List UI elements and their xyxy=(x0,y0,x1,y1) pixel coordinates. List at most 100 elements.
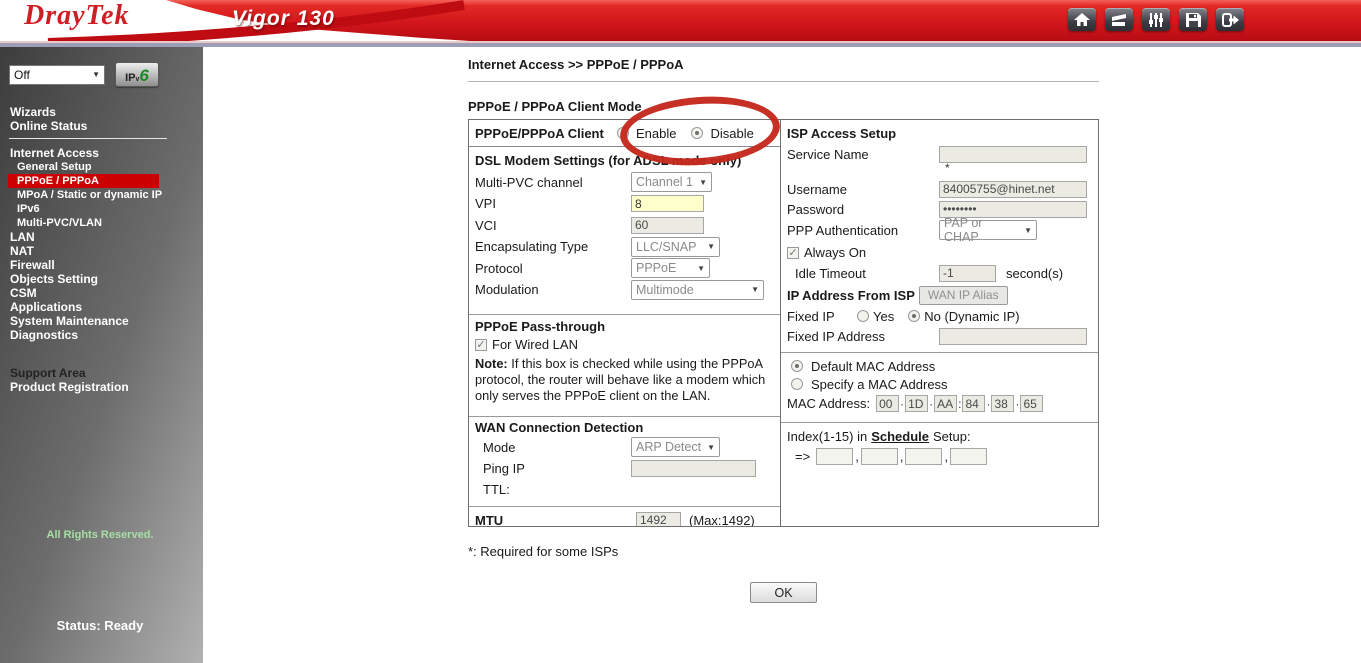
multi-pvc-select[interactable]: Channel 1▼ xyxy=(631,172,712,192)
sidebar-item-support-area[interactable]: Support Area xyxy=(0,366,203,380)
enable-radio-label: Enable xyxy=(636,126,676,141)
sidebar-item-lan[interactable]: LAN xyxy=(0,230,203,244)
mac-separator: : xyxy=(958,397,961,411)
vci-label: VCI xyxy=(475,218,631,233)
service-name-label: Service Name xyxy=(787,147,939,162)
ipv6-mode-select[interactable]: Off ▼ xyxy=(9,65,105,85)
dsl-settings-panel: PPPoE/PPPoA Client Enable Disable DSL Mo… xyxy=(468,119,781,527)
fixed-ip-yes-radio[interactable] xyxy=(857,310,869,322)
sidebar-item-diagnostics[interactable]: Diagnostics xyxy=(0,328,203,342)
default-mac-radio[interactable] xyxy=(791,360,803,372)
ipv6-button[interactable]: IP v 6 xyxy=(115,62,159,87)
ppp-auth-value: PAP or CHAP xyxy=(944,216,1018,244)
ipv6-button-ip: IP xyxy=(125,73,135,83)
top-banner: DrayTek Vigor 130 xyxy=(0,0,1361,41)
fixed-ip-yes-label: Yes xyxy=(873,309,894,324)
mac-octet-2-input[interactable] xyxy=(905,395,928,412)
sidebar-item-wizards[interactable]: Wizards xyxy=(0,105,203,119)
schedule-index-3-input[interactable] xyxy=(905,448,942,465)
disable-radio[interactable] xyxy=(691,127,703,139)
protocol-label: Protocol xyxy=(475,261,631,276)
sidebar-item-general-setup[interactable]: General Setup xyxy=(0,160,203,174)
schedule-index-2-input[interactable] xyxy=(861,448,898,465)
note-text: If this box is checked while using the P… xyxy=(475,356,765,403)
enable-radio[interactable] xyxy=(617,127,629,139)
mac-octet-6-input[interactable] xyxy=(1020,395,1043,412)
sidebar-item-online-status[interactable]: Online Status xyxy=(0,119,203,133)
encapsulating-type-select[interactable]: LLC/SNAP▼ xyxy=(631,237,720,257)
idle-timeout-label: Idle Timeout xyxy=(787,266,939,281)
fixed-ip-address-label: Fixed IP Address xyxy=(787,329,939,344)
service-name-input[interactable] xyxy=(939,146,1087,163)
protocol-select[interactable]: PPPoE▼ xyxy=(631,258,710,278)
sidebar-item-nat[interactable]: NAT xyxy=(0,244,203,258)
wired-lan-checkbox[interactable]: ✓ xyxy=(475,339,487,351)
status-icon[interactable] xyxy=(1105,8,1133,31)
password-input[interactable] xyxy=(939,201,1087,218)
sidebar-item-mpoa[interactable]: MPoA / Static or dynamic IP xyxy=(0,188,203,202)
wan-detect-mode-select[interactable]: ARP Detect▼ xyxy=(631,437,720,457)
mac-octet-4-input[interactable] xyxy=(962,395,985,412)
idle-timeout-input[interactable] xyxy=(939,265,996,282)
specify-mac-radio[interactable] xyxy=(791,378,803,390)
fixed-ip-no-label: No (Dynamic IP) xyxy=(924,309,1019,324)
sidebar-item-csm[interactable]: CSM xyxy=(0,286,203,300)
ppp-auth-select[interactable]: PAP or CHAP▼ xyxy=(939,220,1037,240)
sidebar-item-firewall[interactable]: Firewall xyxy=(0,258,203,272)
vci-input[interactable] xyxy=(631,217,704,234)
encapsulating-type-label: Encapsulating Type xyxy=(475,239,631,254)
main-content: Internet Access >> PPPoE / PPPoA PPPoE /… xyxy=(468,47,1099,603)
mac-octet-3-input[interactable] xyxy=(934,395,957,412)
sidebar-item-applications[interactable]: Applications xyxy=(0,300,203,314)
username-input[interactable] xyxy=(939,181,1087,198)
ping-ip-label: Ping IP xyxy=(475,461,631,476)
chevron-down-icon: ▼ xyxy=(751,285,759,294)
vpi-input[interactable] xyxy=(631,195,704,212)
mac-octet-1-input[interactable] xyxy=(876,395,899,412)
sidebar-item-multi-pvc-vlan[interactable]: Multi-PVC/VLAN xyxy=(0,216,203,230)
sidebar-item-pppoe-pppoa[interactable]: PPPoE / PPPoA xyxy=(8,174,159,188)
sidebar: Off ▼ IP v 6 Wizards Online Status Inter… xyxy=(0,47,203,663)
sidebar-item-product-registration[interactable]: Product Registration xyxy=(0,380,203,394)
sidebar-item-system-maintenance[interactable]: System Maintenance xyxy=(0,314,203,328)
sidebar-item-objects-setting[interactable]: Objects Setting xyxy=(0,272,203,286)
required-for-isps-note: *: Required for some ISPs xyxy=(468,544,1099,559)
wan-ip-alias-button[interactable]: WAN IP Alias xyxy=(919,286,1008,305)
comma: , xyxy=(900,449,904,464)
chevron-down-icon: ▼ xyxy=(699,178,707,187)
fixed-ip-no-radio[interactable] xyxy=(908,310,920,322)
password-label: Password xyxy=(787,202,939,217)
schedule-index-1-input[interactable] xyxy=(816,448,853,465)
logout-icon[interactable] xyxy=(1216,8,1244,31)
comma: , xyxy=(944,449,948,464)
chevron-down-icon: ▼ xyxy=(697,264,705,273)
section-divider xyxy=(469,314,780,315)
schedule-link[interactable]: Schedule xyxy=(871,429,929,444)
mtu-max-hint: (Max:1492) xyxy=(689,513,755,527)
sidebar-item-internet-access[interactable]: Internet Access xyxy=(0,146,203,160)
pppoe-passthrough-header: PPPoE Pass-through xyxy=(469,317,780,336)
client-label: PPPoE/PPPoA Client xyxy=(475,126,631,141)
fixed-ip-address-input[interactable] xyxy=(939,328,1087,345)
sidebar-item-ipv6[interactable]: IPv6 xyxy=(0,202,203,216)
section-divider xyxy=(781,352,1098,353)
save-icon[interactable] xyxy=(1179,8,1207,31)
mac-octet-5-input[interactable] xyxy=(991,395,1014,412)
home-icon[interactable] xyxy=(1068,8,1096,31)
idle-timeout-unit: second(s) xyxy=(1006,266,1063,281)
always-on-label: Always On xyxy=(804,245,866,260)
page-title: PPPoE / PPPoA Client Mode xyxy=(468,99,1099,114)
ok-button[interactable]: OK xyxy=(750,582,817,603)
mtu-input[interactable] xyxy=(636,512,681,527)
settings-sliders-icon[interactable] xyxy=(1142,8,1170,31)
dsl-settings-header: DSL Modem Settings (for ADSL mode only) xyxy=(469,150,780,172)
chevron-down-icon: ▼ xyxy=(707,443,715,452)
modulation-select[interactable]: Multimode▼ xyxy=(631,280,764,300)
ppp-auth-label: PPP Authentication xyxy=(787,223,939,238)
mac-separator: · xyxy=(900,397,904,411)
always-on-checkbox[interactable]: ✓ xyxy=(787,247,799,259)
username-label: Username xyxy=(787,182,939,197)
schedule-arrow: => xyxy=(795,449,810,464)
ping-ip-input[interactable] xyxy=(631,460,756,477)
schedule-index-4-input[interactable] xyxy=(950,448,987,465)
